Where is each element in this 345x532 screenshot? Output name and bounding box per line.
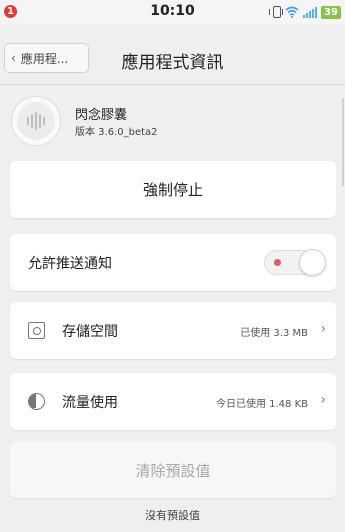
- vibrate-icon: [269, 6, 284, 18]
- storage-row[interactable]: 存儲空間 已使用 3.3 MB ›: [10, 302, 336, 359]
- toggle-indicator-dot: [274, 259, 281, 266]
- app-header: ‹ 應用程... 應用程式資訊: [0, 36, 345, 82]
- storage-icon: [28, 322, 45, 339]
- status-icons: 39: [269, 4, 341, 20]
- app-name: 閃念膠囊: [75, 108, 128, 123]
- toggle-knob: [299, 249, 326, 276]
- traffic-label: 流量使用: [62, 395, 118, 411]
- app-version: 版本 3.6.0_beta2: [75, 127, 158, 138]
- notification-toggle[interactable]: [264, 249, 326, 276]
- wifi-icon: [285, 6, 299, 18]
- status-bar: 1 10:10 39: [0, 0, 345, 24]
- storage-label: 存儲空間: [62, 324, 118, 340]
- page-title: 應用程式資訊: [121, 53, 224, 73]
- signal-icon: [303, 6, 318, 18]
- app-icon: [11, 96, 61, 146]
- clear-defaults-label: 清除預設值: [135, 461, 211, 480]
- header-divider: [0, 84, 345, 85]
- force-stop-label: 強制停止: [142, 181, 203, 199]
- data-usage-icon: [28, 393, 45, 410]
- force-stop-button[interactable]: 強制停止: [10, 161, 336, 218]
- scrollbar[interactable]: [342, 98, 344, 186]
- notification-label: 允許推送通知: [28, 256, 112, 272]
- waveform-icon: [17, 102, 55, 140]
- traffic-row[interactable]: 流量使用 今日已使用 1.48 KB ›: [10, 373, 336, 430]
- no-defaults-note: 沒有預設值: [145, 509, 200, 522]
- battery-icon: 39: [321, 5, 341, 19]
- chevron-right-icon: ›: [320, 392, 326, 408]
- clear-defaults-button[interactable]: 清除預設值: [10, 442, 336, 498]
- storage-value: 已使用 3.3 MB: [240, 328, 308, 339]
- notification-row: 允許推送通知: [10, 234, 336, 291]
- chevron-right-icon: ›: [320, 321, 326, 337]
- traffic-value: 今日已使用 1.48 KB: [215, 399, 308, 410]
